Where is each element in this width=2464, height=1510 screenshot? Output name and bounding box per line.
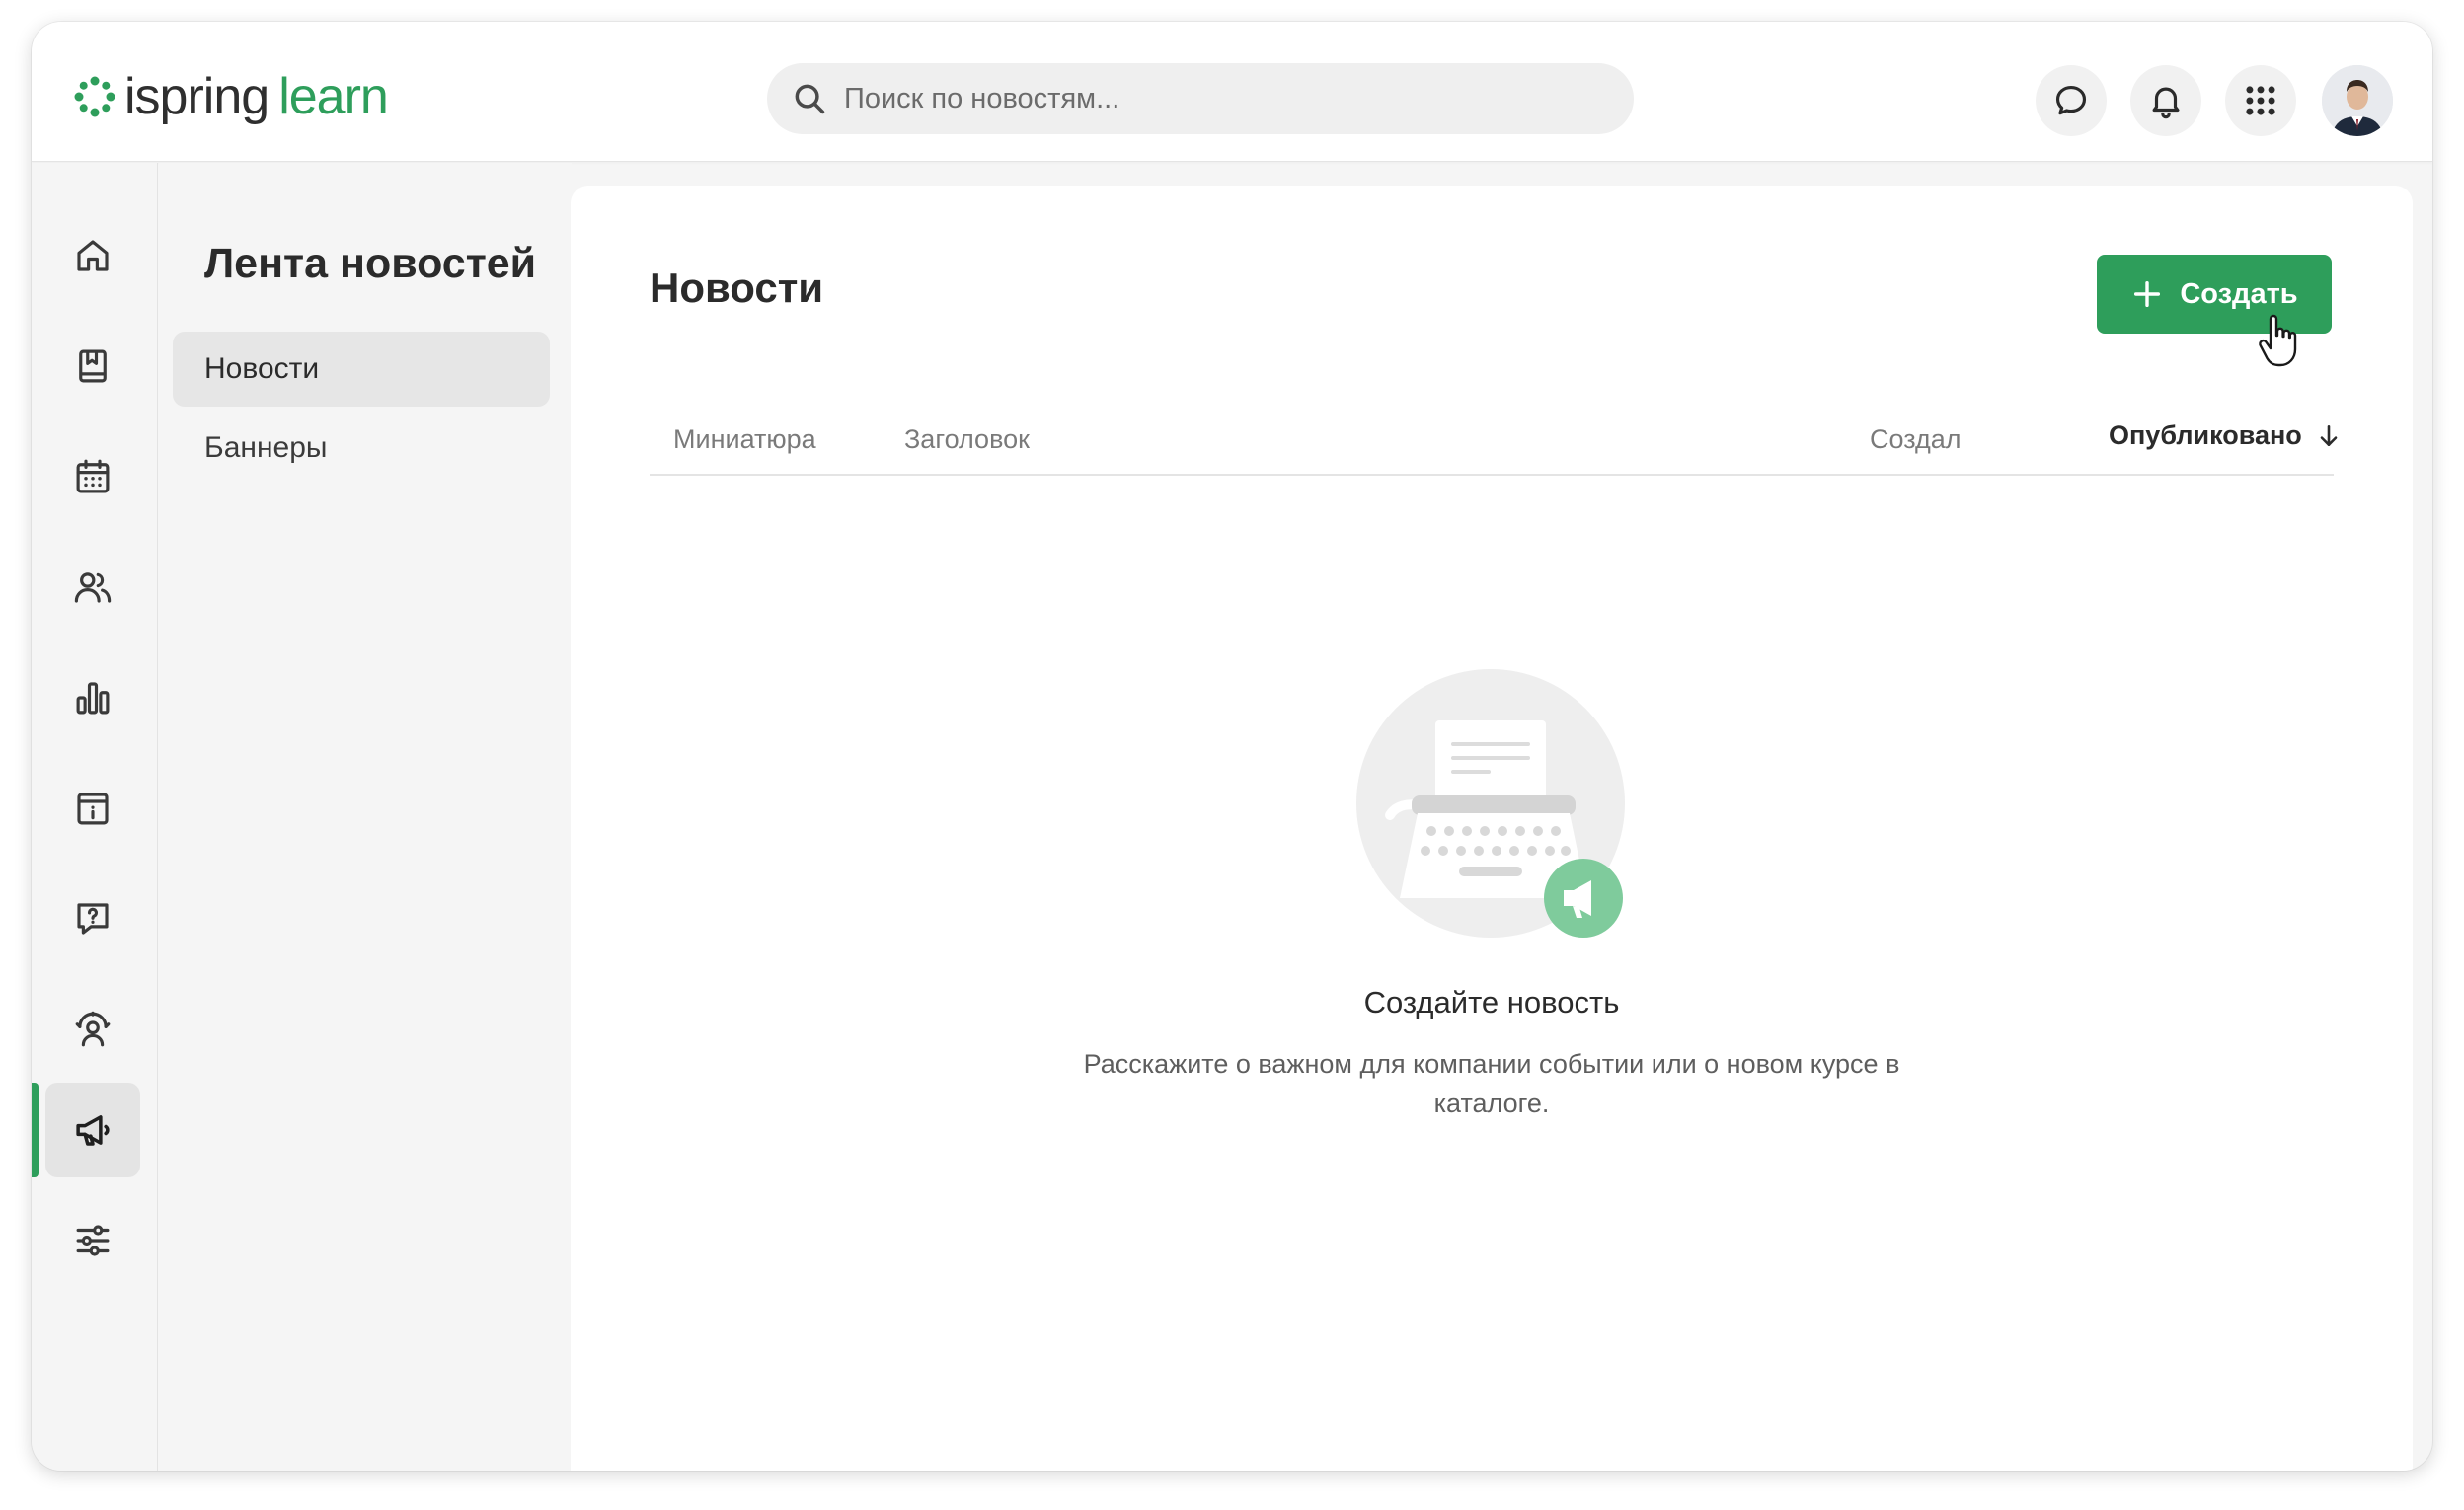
app-window: ispring learn Поиск по новостям... Лента… [32,22,2432,1471]
rail-item-home[interactable] [45,208,140,303]
apps-button[interactable] [2225,65,2296,136]
info-board-icon [77,793,109,825]
book-icon [79,349,107,383]
ispring-logo[interactable]: ispring learn [73,68,389,125]
subnav-title: Лента новостей [204,240,537,287]
sliders-icon [76,1225,110,1256]
column-thumbnail[interactable]: Миниатюра [673,424,816,455]
top-header: ispring learn [32,22,2432,162]
rail-item-courses[interactable] [45,319,140,414]
rail-item-help[interactable] [45,871,140,966]
chat-bubble-icon [2055,85,2087,115]
create-button-label: Создать [2180,277,2298,310]
rail-item-reports[interactable] [45,650,140,745]
megaphone-icon [76,1115,110,1146]
rail-item-calendar[interactable] [45,429,140,524]
search-input[interactable] [844,82,1594,115]
rail-item-settings[interactable] [45,1193,140,1288]
calendar-icon [76,459,110,493]
rail-item-news[interactable] [45,1083,140,1177]
column-created-by[interactable]: Создал [1870,424,1962,455]
column-published[interactable]: Опубликовано [2109,420,2342,451]
news-subnav: Лента новостей Новости Баннеры [159,163,572,1471]
apps-grid-icon [2246,86,2275,115]
hand-cursor-icon [2259,314,2297,367]
typewriter-megaphone-illustration [1356,669,1625,938]
bar-chart-icon [76,682,110,715]
question-chat-icon [77,903,109,935]
icon-rail [32,163,158,1471]
page-title: Новости [650,264,824,311]
rail-item-info[interactable] [45,761,140,856]
home-icon [77,240,109,271]
bell-icon [2152,87,2180,119]
arrow-down-icon [2320,424,2338,446]
logo-mark-icon [74,76,116,117]
column-published-label: Опубликовано [2109,420,2302,450]
logo-text-secondary: learn [278,68,389,125]
rail-item-assessment[interactable] [45,982,140,1077]
subnav-item-news[interactable]: Новости [173,332,550,407]
plus-icon [2134,280,2161,308]
avatar-photo-icon [2322,65,2393,136]
logo-text-primary: ispring [124,68,270,125]
users-icon [74,572,112,603]
notifications-button[interactable] [2130,65,2201,136]
main-panel: Новости Создать Миниатюра Заголовок Созд… [571,186,2413,1471]
search-bar[interactable] [767,63,1634,134]
column-title[interactable]: Заголовок [904,424,1030,455]
empty-state-title: Создайте новость [1363,985,1620,1019]
active-indicator [32,1083,38,1177]
rail-item-users[interactable] [45,540,140,635]
subnav-item-banners[interactable]: Баннеры [173,411,550,486]
table-header: Миниатюра Заголовок Создал Опубликовано [650,411,2338,476]
messages-button[interactable] [2036,65,2107,136]
search-icon [795,84,825,114]
user-avatar[interactable] [2322,65,2393,136]
empty-state-description: Расскажите о важном для компании событии… [1083,1049,1900,1118]
person-rating-icon [75,1011,111,1047]
